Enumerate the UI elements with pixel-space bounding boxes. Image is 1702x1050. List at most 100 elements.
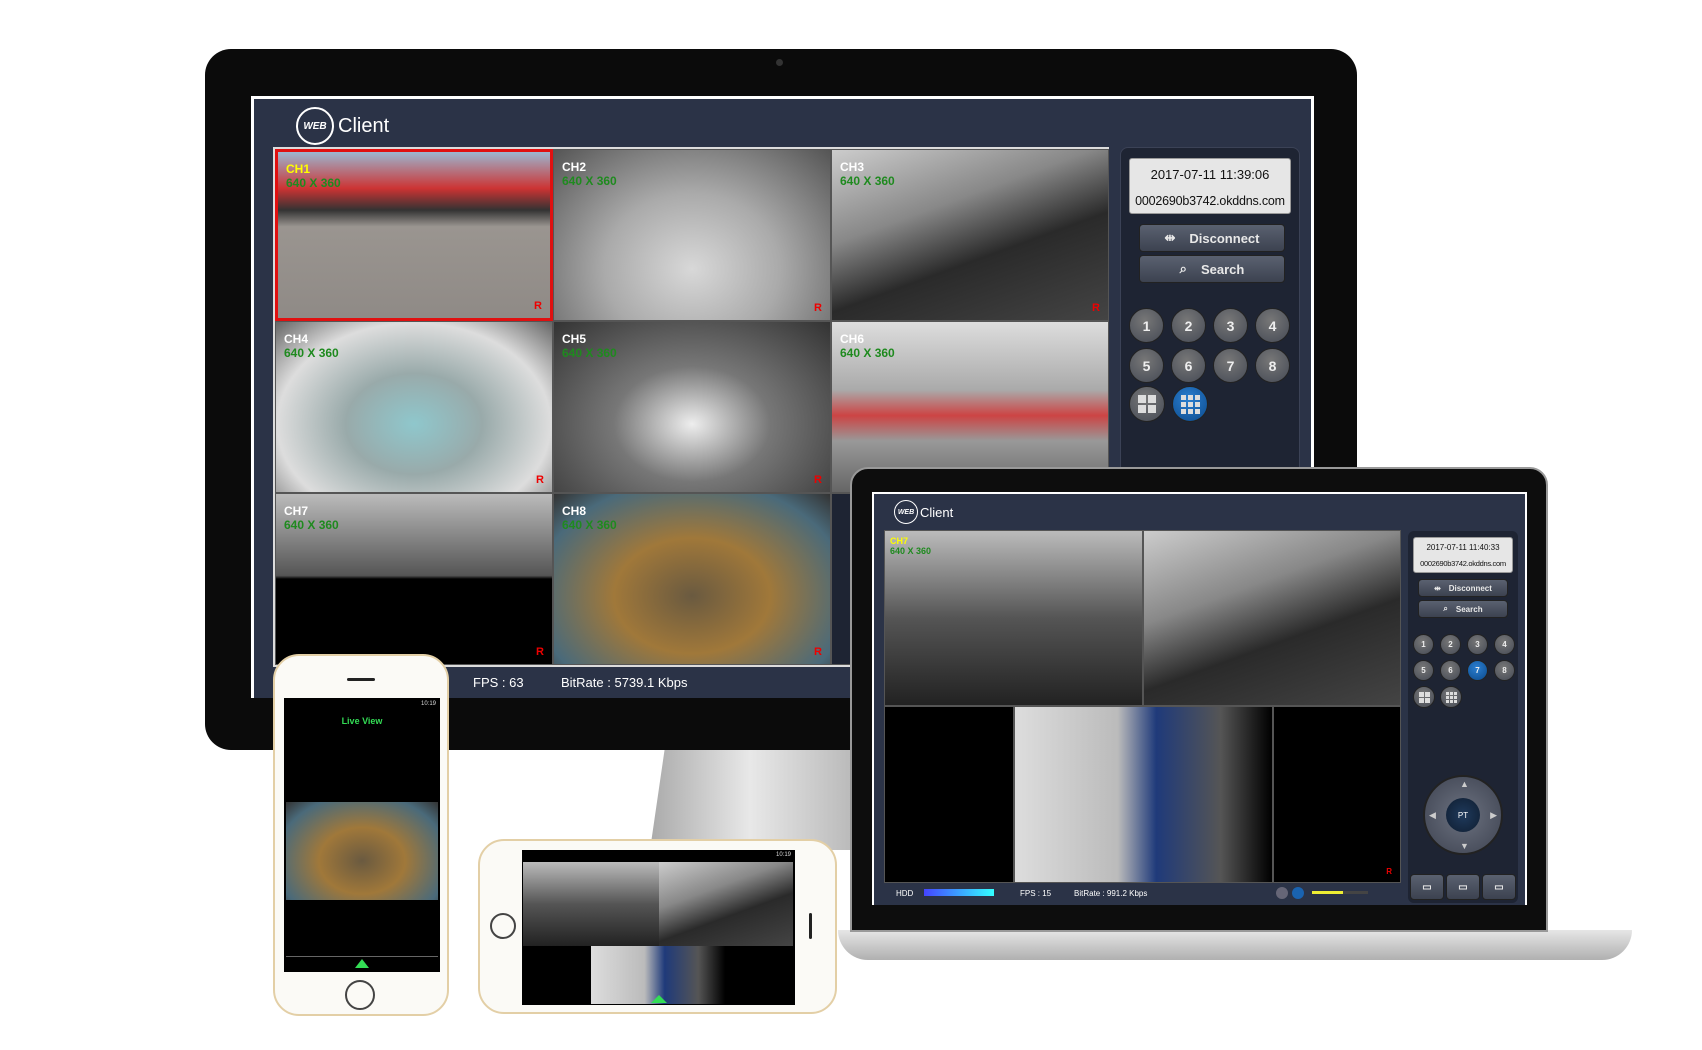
channel-label: CH4 <box>284 332 309 346</box>
channel-button-7[interactable]: 7 <box>1213 348 1248 383</box>
grid-3x3-icon <box>1445 691 1457 703</box>
channel-button-5[interactable]: 5 <box>1413 660 1434 681</box>
snapshot-button[interactable]: ▭ <box>1410 874 1444 900</box>
recording-indicator: R <box>536 474 544 486</box>
channel-button-6[interactable]: 6 <box>1440 660 1461 681</box>
channel-resolution: 640 X 360 <box>840 174 895 188</box>
channel-button-4[interactable]: 4 <box>1494 634 1515 655</box>
grid-2x2-icon <box>1418 691 1430 703</box>
search-label: Search <box>1200 261 1245 277</box>
channel-button-3[interactable]: 3 <box>1213 308 1248 343</box>
web-logo-icon: WEB <box>894 500 918 524</box>
expand-up-icon[interactable] <box>651 995 667 1003</box>
camera-feed-ch5[interactable]: CH5 640 X 360 R <box>553 321 831 493</box>
ptz-down-icon[interactable]: ▼ <box>1460 841 1469 851</box>
channel-label: CH1 <box>286 162 311 176</box>
camera-feed-ch7-a[interactable]: CH7 640 X 360 <box>884 530 1143 706</box>
ptz-up-icon[interactable]: ▲ <box>1460 779 1469 789</box>
channel-button-2[interactable]: 2 <box>1171 308 1206 343</box>
channel-label: CH6 <box>840 332 865 346</box>
camera-feed-ch7-d[interactable] <box>1014 706 1273 883</box>
camera-feed-b[interactable] <box>659 862 793 946</box>
camera-feed-a[interactable] <box>523 862 659 946</box>
channel-button-6[interactable]: 6 <box>1171 348 1206 383</box>
control-panel: 2017-07-11 11:40:33 0002690b3742.okddns.… <box>1408 531 1518 903</box>
disconnect-label: Disconnect <box>1448 583 1492 593</box>
fps-readout: FPS : 15 <box>1020 889 1052 898</box>
camera-feed-ch7[interactable]: CH7 640 X 360 R <box>275 493 553 665</box>
camera-feed-ch7-b[interactable] <box>1143 530 1401 706</box>
host-address: 0002690b3742.okddns.com <box>1135 194 1285 208</box>
disconnect-plug-icon: ⇹ <box>1434 583 1441 593</box>
channel-button-5[interactable]: 5 <box>1129 348 1164 383</box>
channel-label: CH5 <box>562 332 587 346</box>
volume-fill <box>1312 891 1343 894</box>
status-bar: HDD FPS : 15 BitRate : 991.2 Kbps <box>884 884 1401 904</box>
disconnect-button[interactable]: ⇹ Disconnect <box>1139 224 1285 252</box>
app-title: Client <box>920 504 954 520</box>
recording-indicator: R <box>534 300 542 312</box>
camera-feed[interactable] <box>286 802 438 900</box>
channel-button-3[interactable]: 3 <box>1467 634 1488 655</box>
layout-3x3-button[interactable] <box>1440 686 1462 708</box>
image-button[interactable]: ▭ <box>1446 874 1480 900</box>
hdd-usage-bar <box>924 889 994 896</box>
speaker-icon[interactable] <box>1292 887 1304 899</box>
recording-indicator: R <box>1386 867 1392 876</box>
channel-resolution: 640 X 360 <box>284 346 339 360</box>
search-label: Search <box>1455 604 1483 614</box>
record-list-button[interactable]: ▭ <box>1482 874 1516 900</box>
camera-feed-ch3[interactable]: CH3 640 X 360 R <box>831 149 1109 321</box>
ptz-center-button[interactable]: PT <box>1446 798 1480 832</box>
layout-3x3-button[interactable] <box>1172 386 1208 422</box>
bitrate-readout: BitRate : 991.2 Kbps <box>1074 889 1148 898</box>
hdd-label: HDD <box>896 889 914 898</box>
status-bar: 10:19 <box>526 852 791 858</box>
channel-label: CH8 <box>562 504 587 518</box>
channel-button-8[interactable]: 8 <box>1494 660 1515 681</box>
recording-indicator: R <box>814 646 822 658</box>
disconnect-button[interactable]: ⇹ Disconnect <box>1418 579 1508 597</box>
status-box: 2017-07-11 11:40:33 0002690b3742.okddns.… <box>1413 537 1513 573</box>
ptz-control-pad[interactable]: ▲ ▼ ◀ ▶ PT <box>1423 775 1503 855</box>
web-logo-icon: WEB <box>296 107 334 145</box>
settings-icon[interactable] <box>1276 887 1288 899</box>
ptz-left-icon[interactable]: ◀ <box>1429 810 1436 821</box>
channel-resolution: 640 X 360 <box>890 546 932 556</box>
channel-button-7[interactable]: 7 <box>1467 660 1488 681</box>
home-button[interactable] <box>490 913 516 939</box>
camera-feed-ch4[interactable]: CH4 640 X 360 R <box>275 321 553 493</box>
home-button[interactable] <box>345 980 375 1010</box>
channel-button-1[interactable]: 1 <box>1129 308 1164 343</box>
status-time: 10:19 <box>420 701 436 707</box>
layout-2x2-button[interactable] <box>1413 686 1435 708</box>
phone-screen: 10:19 Live View <box>284 698 440 972</box>
channel-label: CH3 <box>840 160 865 174</box>
channel-label: CH7 <box>284 504 309 518</box>
camera-feed-ch8[interactable]: CH8 640 X 360 R <box>553 493 831 665</box>
channel-resolution: 640 X 360 <box>286 176 341 190</box>
phone-speaker <box>809 913 812 939</box>
recording-indicator: R <box>1092 302 1100 314</box>
recording-indicator: R <box>536 646 544 658</box>
layout-2x2-button[interactable] <box>1129 386 1165 422</box>
channel-button-8[interactable]: 8 <box>1255 348 1290 383</box>
search-button[interactable]: ⌕ Search <box>1418 600 1508 618</box>
fps-readout: FPS : 63 <box>473 675 524 690</box>
disconnect-plug-icon: ⇹ <box>1164 230 1176 245</box>
camera-feed-ch1[interactable]: CH1 640 X 360 R <box>275 149 553 321</box>
host-address: 0002690b3742.okddns.com <box>1420 559 1506 568</box>
search-button[interactable]: ⌕ Search <box>1139 255 1285 283</box>
camera-feed-ch7-c[interactable] <box>884 706 1014 883</box>
channel-button-1[interactable]: 1 <box>1413 634 1434 655</box>
camera-feed-ch2[interactable]: CH2 640 X 360 R <box>553 149 831 321</box>
expand-up-icon[interactable] <box>355 959 369 968</box>
channel-button-2[interactable]: 2 <box>1440 634 1461 655</box>
search-list-icon: ⌕ <box>1443 604 1448 613</box>
grid-2x2-icon <box>1138 395 1156 413</box>
camera-feed-ch7-e[interactable]: R <box>1273 706 1401 883</box>
ptz-right-icon[interactable]: ▶ <box>1490 810 1497 821</box>
volume-slider[interactable] <box>1312 891 1368 894</box>
app-title: Client <box>338 114 390 137</box>
channel-button-4[interactable]: 4 <box>1255 308 1290 343</box>
